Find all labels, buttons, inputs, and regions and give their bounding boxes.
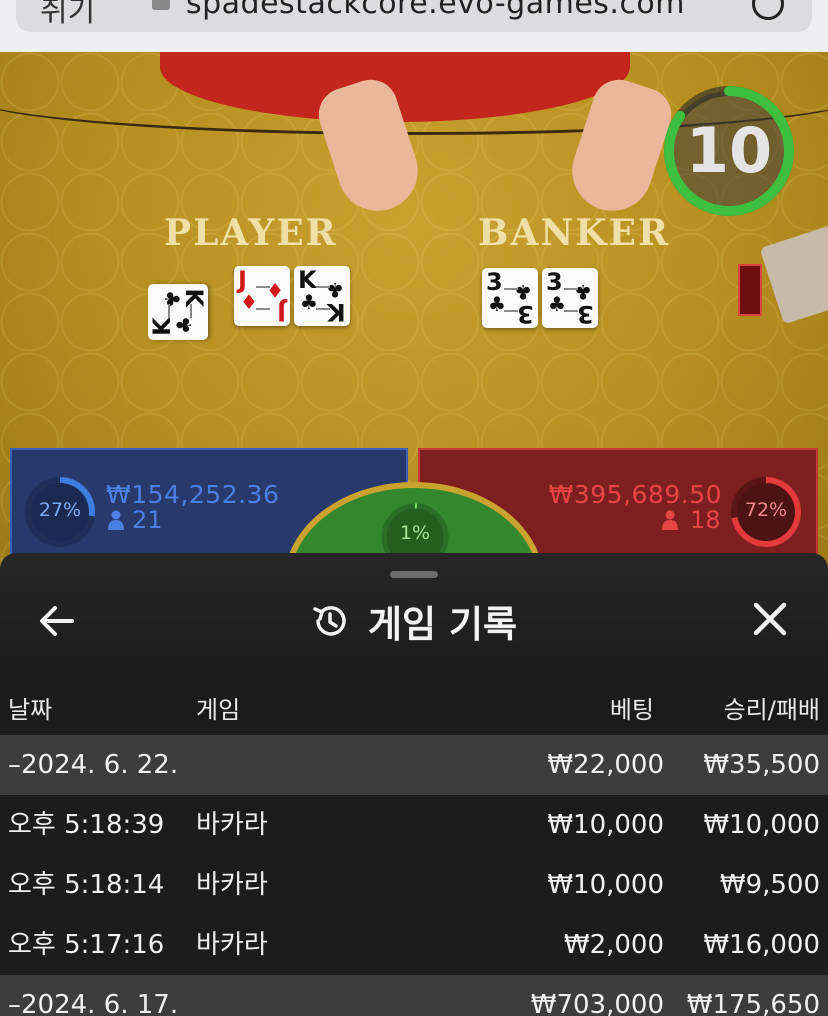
- column-header-bet: 베팅: [609, 696, 654, 724]
- card-rank: 3: [517, 300, 534, 328]
- browser-address-bar: 취기 spadestackcore.evo-games.com: [0, 0, 828, 52]
- round-time: 오후 5:18:14: [8, 870, 165, 900]
- bet-amount: ₩2,000: [563, 930, 664, 960]
- lock-icon: [152, 0, 170, 10]
- person-icon: [662, 510, 678, 530]
- arrow-left-icon[interactable]: [38, 603, 76, 639]
- win-loss-amount: ₩10,000: [703, 810, 820, 840]
- banker-card-2: 3 ♣ 3 ♣: [542, 268, 598, 328]
- person-icon: [108, 510, 124, 530]
- banker-bettor-count: 18: [690, 506, 721, 534]
- sheet-header: 게임 기록: [310, 593, 517, 649]
- player-card-2: J ♦ J ♦: [234, 266, 290, 326]
- column-header-win-loss: 승리/패배: [723, 696, 820, 724]
- round-time: 오후 5:18:39: [8, 810, 165, 840]
- sheet-title: 게임 기록: [368, 603, 518, 646]
- card-barcode: [256, 286, 270, 310]
- player-bettor-count: 21: [132, 506, 163, 534]
- card-suit: ♣: [172, 316, 196, 334]
- table-row[interactable]: 오후 5:17:16 바카라 ₩2,000 ₩16,000: [0, 915, 828, 975]
- sheet-drag-handle[interactable]: [390, 571, 438, 578]
- round-time: 오후 5:17:16: [8, 930, 165, 960]
- close-icon[interactable]: [752, 601, 788, 637]
- banker-card-1: 3 ♣ 3 ♣: [482, 268, 538, 328]
- card-barcode: [504, 288, 518, 312]
- card-rank: J: [277, 298, 286, 326]
- card-barcode: [316, 286, 330, 310]
- game-name: 바카라: [196, 810, 268, 840]
- table-row[interactable]: 오후 5:18:39 바카라 ₩10,000 ₩10,000: [0, 795, 828, 855]
- card-rank: K: [327, 298, 346, 326]
- player-card-1: K ♣ K ♣: [148, 284, 208, 340]
- game-name: 바카라: [196, 930, 268, 960]
- countdown-timer: 10: [685, 114, 773, 187]
- bet-amount: ₩10,000: [547, 810, 664, 840]
- group-total-bet: ₩703,000: [530, 990, 664, 1016]
- banker-bet-amount: ₩395,689.50: [548, 480, 722, 509]
- banker-percent: 72%: [744, 499, 788, 521]
- card-shoe-light: [738, 264, 762, 316]
- game-history-sheet: 게임 기록 날짜 게임 베팅 승리/패배 –2024. 6. 22. ₩22,00…: [0, 553, 828, 1016]
- date-group-row[interactable]: –2024. 6. 22. ₩22,000 ₩35,500: [0, 735, 828, 795]
- tie-percent: 1%: [399, 522, 431, 544]
- player-bet-amount: ₩154,252.36: [106, 480, 280, 509]
- game-name: 바카라: [196, 870, 268, 900]
- card-rank: 3: [577, 300, 594, 328]
- live-table-video: PLAYER BANKER K ♣ K ♣ J ♦ J ♦ K ♣ K ♣ 3 ♣ 3 ♣ 3 ♣ 3 ♣ 10 2…: [0, 52, 828, 612]
- history-icon: [313, 606, 346, 636]
- banker-label: BANKER: [478, 212, 670, 254]
- win-loss-amount: ₩9,500: [719, 870, 820, 900]
- player-label: PLAYER: [164, 212, 338, 254]
- win-loss-amount: ₩16,000: [703, 930, 820, 960]
- group-total-bet: ₩22,000: [547, 750, 664, 780]
- tab-text[interactable]: 취기: [40, 0, 95, 30]
- bet-amount: ₩10,000: [547, 870, 664, 900]
- date-group-row[interactable]: –2024. 6. 17. ₩703,000 ₩175,650: [0, 975, 828, 1016]
- card-barcode: [564, 288, 578, 312]
- column-header-date: 날짜: [8, 696, 53, 724]
- group-total-win-loss: ₩35,500: [703, 750, 820, 780]
- table-row[interactable]: 오후 5:18:14 바카라 ₩10,000 ₩9,500: [0, 855, 828, 915]
- card-barcode: [168, 304, 192, 318]
- group-date: –2024. 6. 22.: [8, 750, 179, 780]
- url-text[interactable]: spadestackcore.evo-games.com: [186, 0, 685, 21]
- player-percent: 27%: [38, 499, 82, 521]
- player-card-3: K ♣ K ♣: [294, 266, 350, 326]
- group-date: –2024. 6. 17.: [8, 990, 179, 1016]
- column-header-game: 게임: [196, 696, 241, 724]
- group-total-win-loss: ₩175,650: [686, 990, 820, 1016]
